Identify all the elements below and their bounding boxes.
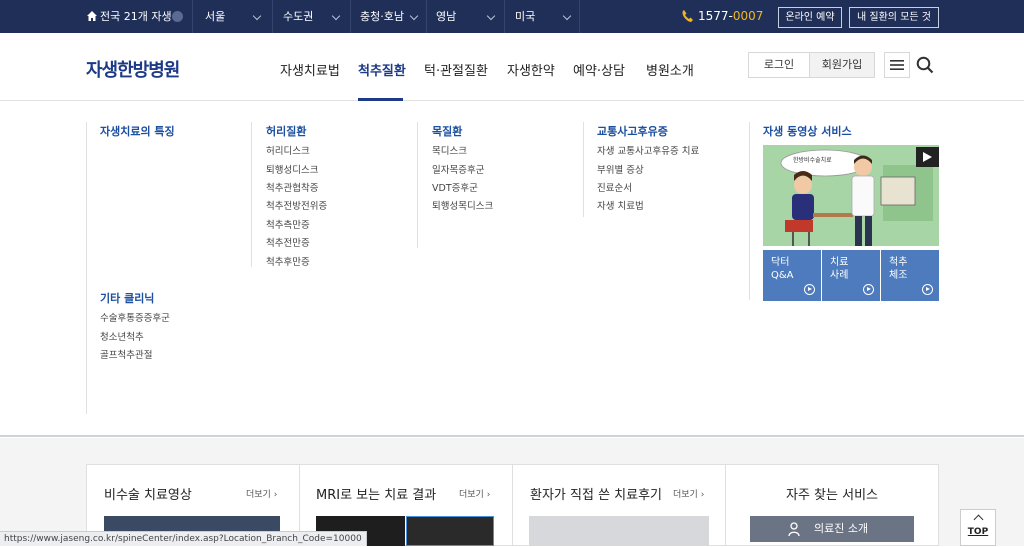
menu-item[interactable]: 골프척추관절 (100, 347, 152, 361)
doctor-intro-button[interactable]: 의료진 소개 (750, 516, 914, 542)
nav-reservation[interactable]: 예약·상담 (573, 60, 625, 79)
more-label: 더보기 (246, 490, 271, 500)
review-thumbnail[interactable] (529, 516, 709, 546)
top-bar: 전국 21개 자생 서울 수도권 충청·호남 영남 미국 1577-0007 온… (0, 0, 1024, 33)
menu-item[interactable]: 퇴행성디스크 (266, 162, 318, 176)
doctor-patient-illustration (780, 147, 939, 246)
video-tile-cases[interactable]: 치료 사례 (822, 250, 880, 301)
menu-category-neck[interactable]: 목질환 (432, 123, 462, 139)
nav-herbal[interactable]: 자생한약 (507, 60, 555, 79)
region-chungcheong[interactable]: 충청·호남 (360, 0, 404, 33)
video-thumbnail[interactable]: 한방비수술치료 (763, 145, 939, 246)
menu-item[interactable]: 척추후만증 (266, 254, 310, 268)
tile-label: 체조 (889, 270, 908, 281)
menu-item[interactable]: 퇴행성목디스크 (432, 198, 493, 212)
nav-treatment[interactable]: 자생치료법 (280, 60, 340, 79)
menu-category-accident[interactable]: 교통사고후유증 (597, 123, 668, 139)
search-icon[interactable] (916, 56, 934, 78)
person-icon (788, 521, 800, 547)
chevron-down-icon (562, 11, 572, 21)
mri-thumbnail[interactable] (406, 516, 494, 546)
menu-item[interactable]: 목디스크 (432, 143, 467, 157)
region-yeongnam[interactable]: 영남 (436, 0, 456, 33)
menu-item[interactable]: 수술후통증증후군 (100, 310, 170, 324)
menu-icon[interactable] (884, 52, 910, 78)
chevron-up-icon (973, 514, 983, 525)
more-link[interactable]: 더보기 › (673, 487, 704, 500)
more-label: 더보기 (459, 490, 484, 500)
menu-category-features[interactable]: 자생치료의 특징 (100, 123, 175, 139)
tile-label: 닥터 (771, 257, 790, 268)
play-icon (804, 284, 815, 295)
doctor-intro-label: 의료진 소개 (814, 522, 869, 535)
chevron-down-icon (331, 11, 341, 21)
play-icon (922, 284, 933, 295)
chevron-down-icon (486, 11, 496, 21)
online-booking-button[interactable]: 온라인 예약 (778, 7, 842, 28)
divider (417, 122, 418, 248)
menu-category-other-clinic[interactable]: 기타 클리닉 (100, 290, 154, 306)
menu-category-lumbar[interactable]: 허리질환 (266, 123, 306, 139)
divider (583, 122, 584, 217)
tile-label: Q&A (771, 270, 794, 281)
video-caption: 한방비수술치료 (793, 157, 832, 164)
more-label: 더보기 (673, 490, 698, 500)
menu-item[interactable]: 부위별 증상 (597, 162, 644, 176)
phone-number-suffix: 0007 (732, 9, 764, 23)
divider (86, 122, 87, 414)
region-usa[interactable]: 미국 (515, 0, 535, 33)
divider (251, 122, 252, 267)
tile-label: 치료 (830, 257, 849, 268)
card-title: MRI로 보는 치료 결과 (316, 488, 437, 503)
menu-item[interactable]: 진료순서 (597, 180, 632, 194)
login-button[interactable]: 로그인 (748, 52, 810, 78)
branch-label[interactable]: 전국 21개 자생 (100, 0, 172, 33)
video-tile-exercise[interactable]: 척추 체조 (881, 250, 939, 301)
menu-item[interactable]: 척추전방전위증 (266, 198, 327, 212)
menu-item[interactable]: 척추측만증 (266, 217, 310, 231)
tile-label: 척추 (889, 257, 908, 268)
more-link[interactable]: 더보기 › (246, 487, 277, 500)
region-seoul[interactable]: 서울 (205, 0, 225, 33)
menu-item[interactable]: 허리디스크 (266, 143, 310, 157)
menu-item[interactable]: 척추관협착증 (266, 180, 318, 194)
video-tile-doctor-qa[interactable]: 닥터 Q&A (763, 250, 821, 301)
region-capital[interactable]: 수도권 (283, 0, 313, 33)
branch-arrow-icon[interactable] (172, 11, 183, 22)
top-label: TOP (967, 527, 989, 537)
phone-number: 1577- (698, 9, 733, 23)
status-bar-url: https://www.jaseng.co.kr/spineCenter/ind… (0, 531, 367, 546)
card-title: 비수술 치료영상 (104, 488, 192, 503)
chevron-down-icon (409, 11, 419, 21)
nav-jaw-joint[interactable]: 턱·관절질환 (424, 60, 488, 79)
menu-item[interactable]: 청소년척추 (100, 329, 144, 343)
home-icon[interactable] (86, 0, 98, 33)
play-icon (863, 284, 874, 295)
menu-item[interactable]: 일자목증후군 (432, 162, 484, 176)
chevron-down-icon (252, 11, 262, 21)
menu-item[interactable]: 척추전만증 (266, 235, 310, 249)
card-title: 자주 찾는 서비스 (786, 488, 878, 503)
menu-item[interactable]: VDT증후군 (432, 180, 478, 194)
phone-icon (681, 9, 695, 26)
card-title: 환자가 직접 쓴 치료후기 (530, 488, 662, 503)
scroll-top-button[interactable]: TOP (960, 509, 996, 546)
tile-label: 사례 (830, 270, 849, 281)
nav-about[interactable]: 병원소개 (646, 60, 694, 79)
menu-category-video[interactable]: 자생 동영상 서비스 (763, 123, 852, 139)
all-about-condition-button[interactable]: 내 질환의 모든 것 (849, 7, 939, 28)
nav-spine[interactable]: 척추질환 (358, 60, 406, 79)
signup-button[interactable]: 회원가입 (809, 52, 875, 78)
more-link[interactable]: 더보기 › (459, 487, 490, 500)
divider (749, 122, 750, 300)
menu-item[interactable]: 자생 치료법 (597, 198, 644, 212)
site-logo[interactable]: 자생한방병원 (86, 56, 180, 82)
menu-item[interactable]: 자생 교통사고후유증 치료 (597, 143, 699, 157)
